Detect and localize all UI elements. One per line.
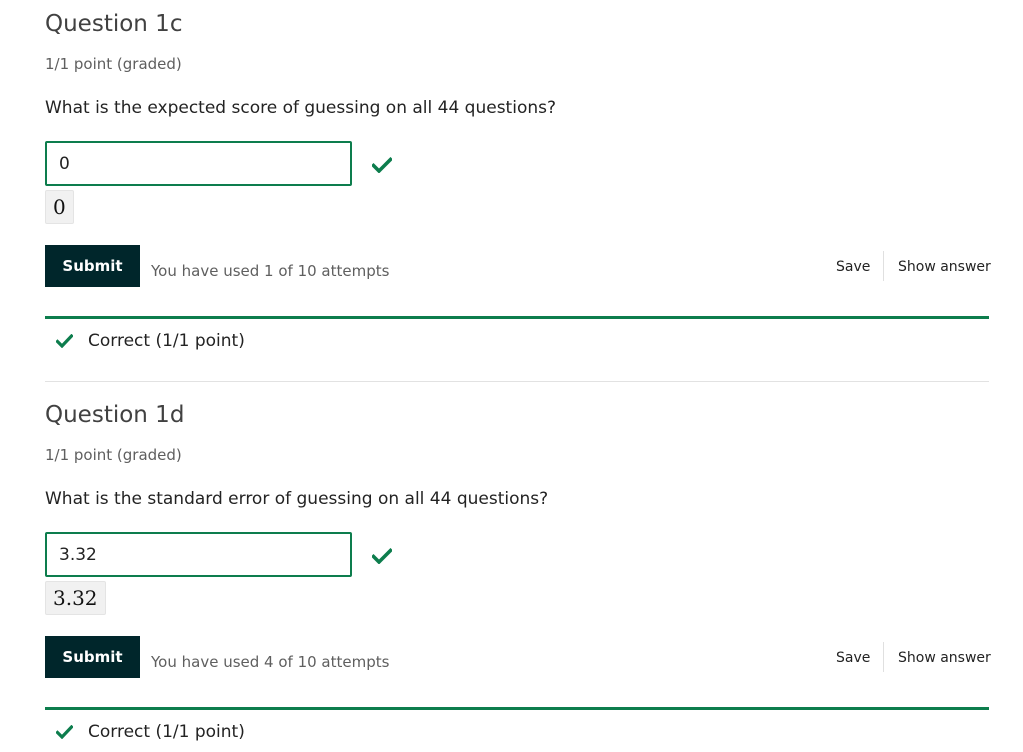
result-text: Correct (1/1 point) (88, 722, 245, 742)
question-separator (45, 381, 989, 382)
answer-input[interactable] (45, 532, 352, 577)
answer-preview: 0 (45, 190, 74, 224)
check-icon (56, 725, 73, 739)
question-title: Question 1d (45, 402, 185, 428)
attempts-text: You have used 4 of 10 attempts (151, 653, 390, 671)
submit-button[interactable]: Submit (45, 636, 140, 678)
question-title: Question 1c (45, 11, 183, 37)
action-divider (883, 642, 884, 672)
show-answer-button[interactable]: Show answer (898, 649, 991, 667)
check-icon (56, 334, 73, 348)
show-answer-button[interactable]: Show answer (898, 258, 991, 276)
attempts-text: You have used 1 of 10 attempts (151, 262, 390, 280)
question-points: 1/1 point (graded) (45, 55, 182, 73)
action-divider (883, 251, 884, 281)
save-button[interactable]: Save (836, 258, 870, 276)
submit-button[interactable]: Submit (45, 245, 140, 287)
answer-input[interactable] (45, 141, 352, 186)
save-button[interactable]: Save (836, 649, 870, 667)
check-icon (372, 157, 392, 173)
check-icon (372, 548, 392, 564)
question-prompt: What is the standard error of guessing o… (45, 489, 549, 509)
result-text: Correct (1/1 point) (88, 331, 245, 351)
question-prompt: What is the expected score of guessing o… (45, 98, 557, 118)
result-bar (45, 707, 989, 710)
question-points: 1/1 point (graded) (45, 446, 182, 464)
result-bar (45, 316, 989, 319)
answer-preview: 3.32 (45, 581, 106, 615)
